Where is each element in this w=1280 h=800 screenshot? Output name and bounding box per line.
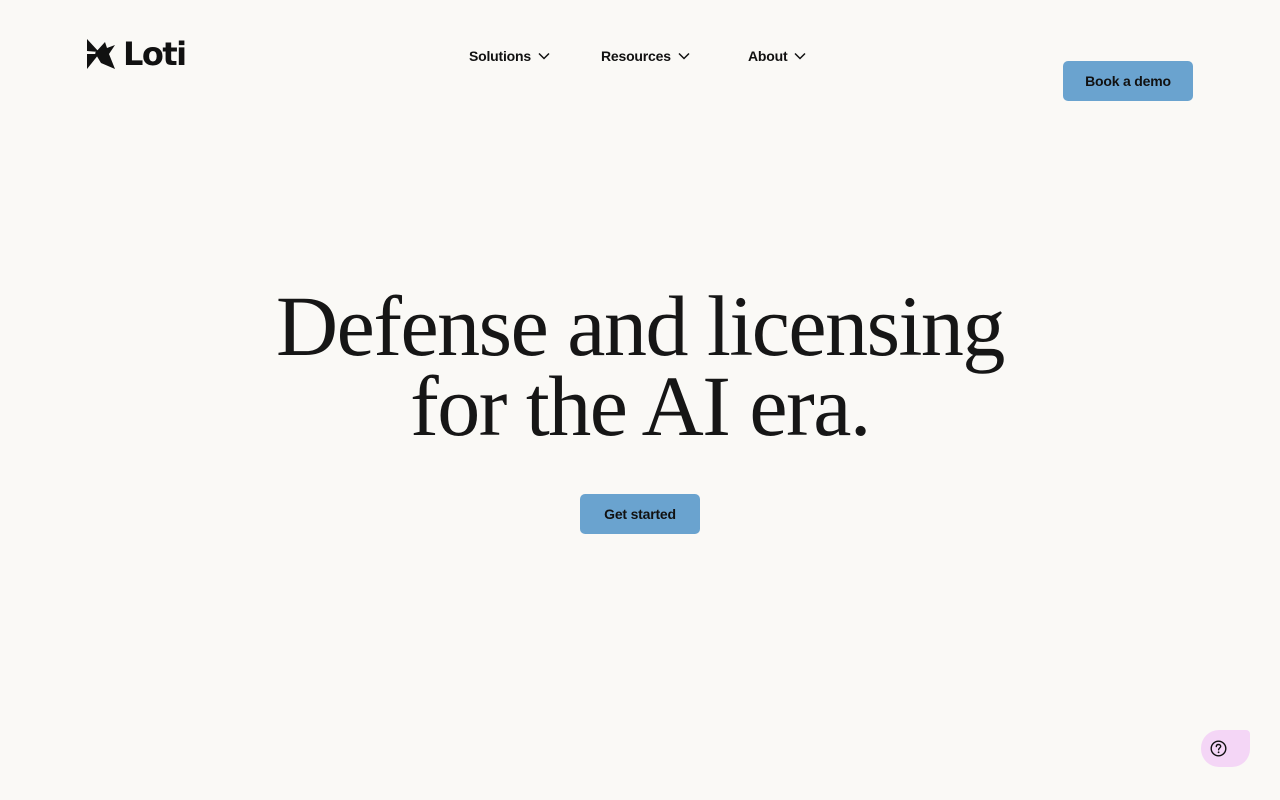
brand-name: Loti — [123, 35, 187, 73]
chevron-down-icon — [678, 52, 690, 60]
chevron-down-icon — [538, 52, 550, 60]
hero-title: Defense and licensing for the AI era. — [0, 278, 1280, 454]
hero-title-line-2: for the AI era. — [410, 358, 871, 454]
help-widget-button[interactable] — [1201, 730, 1250, 767]
page: Loti Solutions Resources About Book a de… — [0, 0, 1280, 800]
nav-about[interactable]: About — [748, 47, 806, 65]
logo-link[interactable]: Loti — [87, 35, 187, 73]
nav-solutions-label: Solutions — [469, 48, 531, 64]
nav-about-label: About — [748, 48, 788, 64]
chevron-down-icon — [794, 52, 806, 60]
book-demo-button[interactable]: Book a demo — [1063, 61, 1193, 101]
get-started-button[interactable]: Get started — [580, 494, 700, 534]
nav-solutions[interactable]: Solutions — [469, 47, 550, 65]
nav-resources-label: Resources — [601, 48, 671, 64]
nav-resources[interactable]: Resources — [601, 47, 690, 65]
loti-bird-mark-icon — [87, 39, 115, 69]
hero-title-line-1: Defense and licensing — [276, 278, 1005, 374]
question-circle-icon — [1210, 740, 1227, 757]
